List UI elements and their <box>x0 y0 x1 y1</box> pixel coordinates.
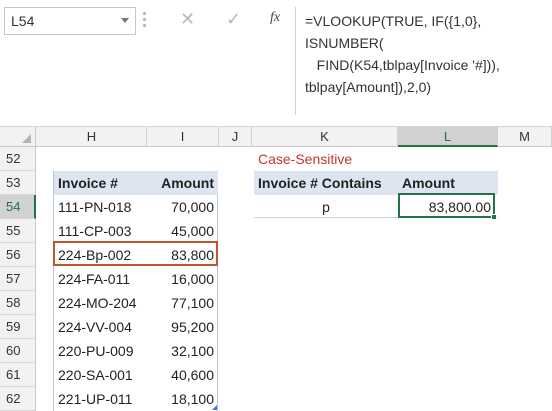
cancel-icon[interactable]: ✕ <box>180 9 195 30</box>
table-cell-amount[interactable]: 40,600 <box>146 363 218 387</box>
row-header-56[interactable]: 56 <box>0 243 36 267</box>
table-cell-invoice[interactable]: 220-SA-001 <box>54 363 146 387</box>
select-all-corner[interactable] <box>0 127 36 147</box>
row-header-52[interactable]: 52 <box>0 147 36 171</box>
invoice-contains-header[interactable]: Invoice # Contains <box>254 171 398 195</box>
formula-line: =VLOOKUP(TRUE, IF({1,0}, <box>305 13 482 29</box>
table-cell-amount[interactable]: 70,000 <box>146 195 218 219</box>
table-cell-amount[interactable]: 77,100 <box>146 291 218 315</box>
case-sensitive-title[interactable]: Case-Sensitive <box>254 147 398 171</box>
table-cell-invoice[interactable]: 111-CP-003 <box>54 219 146 243</box>
worksheet-grid[interactable]: H I J K L M 52 53 54 55 56 57 58 59 60 6… <box>0 127 552 411</box>
table-cell-amount[interactable]: 95,200 <box>146 315 218 339</box>
formula-line: FIND(K54,tblpay[Invoice '#])), <box>305 57 500 73</box>
amount-header[interactable]: Amount <box>398 171 498 195</box>
column-header-l[interactable]: L <box>398 127 498 147</box>
search-value-cell[interactable]: p <box>254 195 398 219</box>
row-header-60[interactable]: 60 <box>0 339 36 363</box>
table-cell-amount[interactable]: 18,100 <box>146 387 218 411</box>
table-cell-invoice[interactable]: 224-FA-011 <box>54 267 146 291</box>
row-header-59[interactable]: 59 <box>0 315 36 339</box>
table-cell-amount[interactable]: 16,000 <box>146 267 218 291</box>
formula-bar-divider <box>295 7 296 115</box>
row-header-58[interactable]: 58 <box>0 291 36 315</box>
table-cell-invoice[interactable]: 220-PU-009 <box>54 339 146 363</box>
formula-line: tblpay[Amount]),2,0) <box>305 79 432 95</box>
column-header-row: H I J K L M <box>0 127 552 147</box>
formula-bar-area: L54 ✕ ✓ fx =VLOOKUP(TRUE, IF({1,0}, ISNU… <box>0 0 552 127</box>
table-header-amount[interactable]: Amount <box>146 171 218 195</box>
column-header-k[interactable]: K <box>252 127 398 147</box>
table-cell-amount-highlighted[interactable]: 83,800 <box>146 243 218 267</box>
table-cell-amount[interactable]: 32,100 <box>146 339 218 363</box>
column-header-h[interactable]: H <box>37 127 147 147</box>
column-header-j[interactable]: J <box>219 127 252 147</box>
result-value-cell[interactable]: 83,800.00 <box>398 195 495 219</box>
table-cell-invoice-highlighted[interactable]: 224-Bp-002 <box>54 243 146 267</box>
name-box-value: L54 <box>11 13 35 29</box>
chevron-down-icon[interactable] <box>121 18 129 23</box>
row-header-53[interactable]: 53 <box>0 171 36 195</box>
row-header-62[interactable]: 62 <box>0 387 36 411</box>
enter-icon[interactable]: ✓ <box>226 9 241 30</box>
row-header-57[interactable]: 57 <box>0 267 36 291</box>
row-header-61[interactable]: 61 <box>0 363 36 387</box>
row-header-55[interactable]: 55 <box>0 219 36 243</box>
fill-handle[interactable] <box>491 214 497 220</box>
name-box[interactable]: L54 <box>4 7 136 35</box>
lookup-table-border <box>254 217 498 218</box>
table-resize-handle-icon[interactable] <box>212 405 217 410</box>
table-cell-invoice[interactable]: 224-MO-204 <box>54 291 146 315</box>
formula-input[interactable]: =VLOOKUP(TRUE, IF({1,0}, ISNUMBER( FIND(… <box>305 10 547 98</box>
column-header-i[interactable]: I <box>147 127 219 147</box>
insert-function-icon[interactable]: fx <box>270 10 280 26</box>
table-cell-invoice[interactable]: 111-PN-018 <box>54 195 146 219</box>
table-cell-amount[interactable]: 45,000 <box>146 219 218 243</box>
table-cell-invoice[interactable]: 224-VV-004 <box>54 315 146 339</box>
table-cell-invoice[interactable]: 221-UP-011 <box>54 387 146 411</box>
drag-handle-icon[interactable] <box>143 12 149 30</box>
formula-line: ISNUMBER( <box>305 35 384 51</box>
select-all-icon[interactable] <box>22 134 31 143</box>
table-header-invoice[interactable]: Invoice # <box>54 171 146 195</box>
column-header-m[interactable]: M <box>498 127 552 147</box>
row-header-54[interactable]: 54 <box>0 195 36 219</box>
